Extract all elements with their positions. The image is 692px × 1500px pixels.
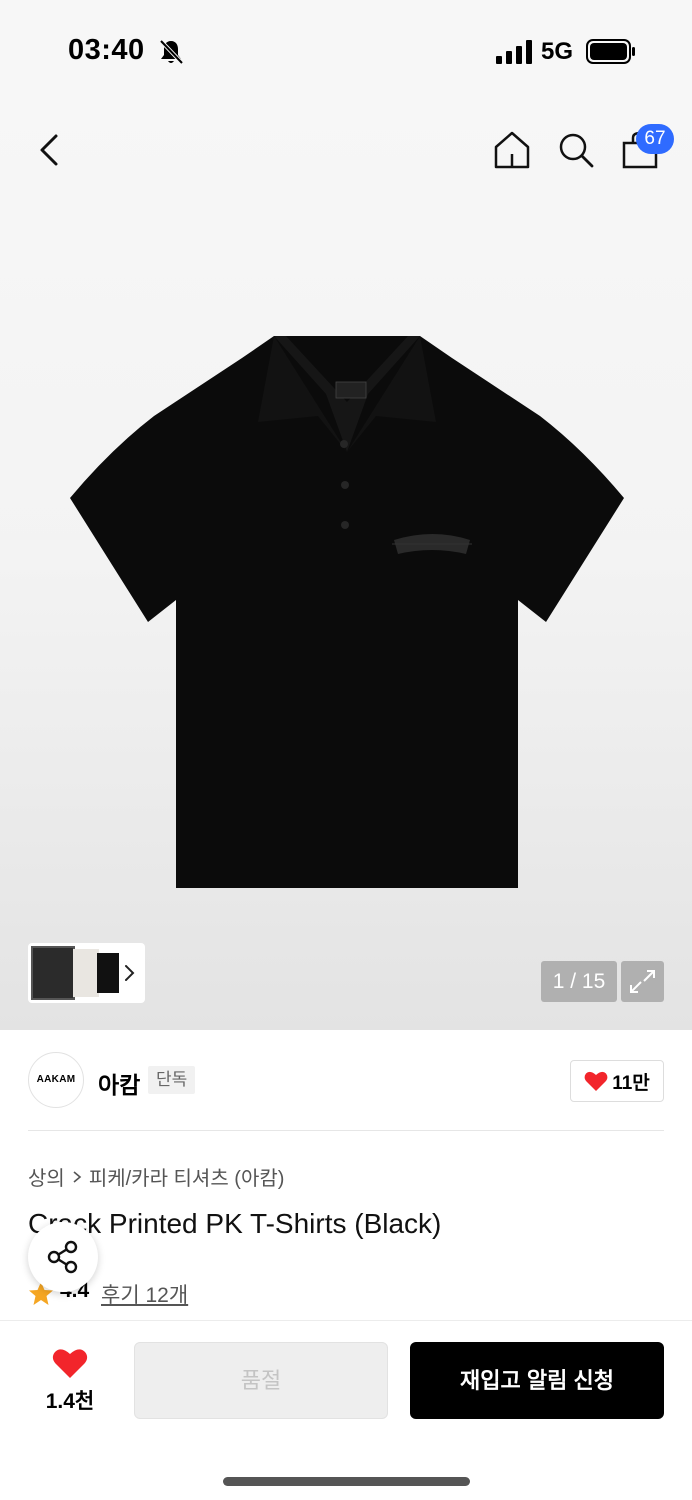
- search-icon[interactable]: [556, 130, 596, 170]
- status-bar: 03:40 5G: [0, 0, 692, 100]
- restock-alert-button[interactable]: 재입고 알림 신청: [410, 1342, 664, 1419]
- thumbnail-strip[interactable]: [28, 943, 145, 1003]
- brand-like-count: 11만: [612, 1072, 650, 1094]
- signal-icon: [496, 40, 532, 64]
- share-icon: [47, 1240, 78, 1274]
- expand-icon: [630, 970, 655, 993]
- chevron-right-icon[interactable]: [124, 963, 136, 983]
- battery-icon: [586, 39, 635, 64]
- network-type: 5G: [541, 38, 574, 65]
- breadcrumb: 상의 피케/카라 티셔츠 (아캄): [28, 1162, 284, 1191]
- cart-count-badge: 67: [636, 124, 674, 154]
- thumbnail-image[interactable]: [31, 946, 75, 1000]
- thumbnail-image[interactable]: [73, 949, 99, 997]
- chevron-right-icon: [73, 1170, 82, 1183]
- wishlist-count: 1.4천: [45, 1390, 95, 1413]
- share-button[interactable]: [28, 1222, 98, 1292]
- brand-name[interactable]: 아캄: [98, 1066, 140, 1100]
- brand-logo[interactable]: AAKAM: [28, 1052, 84, 1108]
- product-image-gallery[interactable]: 67 1 / 15: [0, 100, 692, 1030]
- heart-icon: [584, 1071, 608, 1091]
- breadcrumb-category[interactable]: 상의: [28, 1162, 65, 1191]
- status-time: 03:40: [68, 34, 145, 66]
- brand-like-button[interactable]: 11만: [570, 1060, 664, 1102]
- home-icon[interactable]: [492, 130, 532, 170]
- review-link[interactable]: 후기 12개: [101, 1279, 188, 1309]
- exclusive-tag: 단독: [148, 1066, 196, 1094]
- home-indicator[interactable]: [223, 1477, 470, 1486]
- bell-off-icon: [159, 39, 184, 65]
- expand-image-button[interactable]: [621, 961, 664, 1002]
- thumbnail-image[interactable]: [97, 953, 119, 993]
- bottom-action-bar: 1.4천 품절 재입고 알림 신청: [0, 1320, 692, 1500]
- image-page-counter: 1 / 15: [541, 961, 617, 1002]
- back-icon[interactable]: [32, 128, 68, 172]
- sold-out-button: 품절: [134, 1342, 388, 1419]
- divider: [28, 1130, 664, 1131]
- heart-icon[interactable]: [52, 1347, 88, 1379]
- product-photo: [70, 336, 624, 888]
- breadcrumb-subcategory[interactable]: 피케/카라 티셔츠 (아캄): [89, 1162, 285, 1191]
